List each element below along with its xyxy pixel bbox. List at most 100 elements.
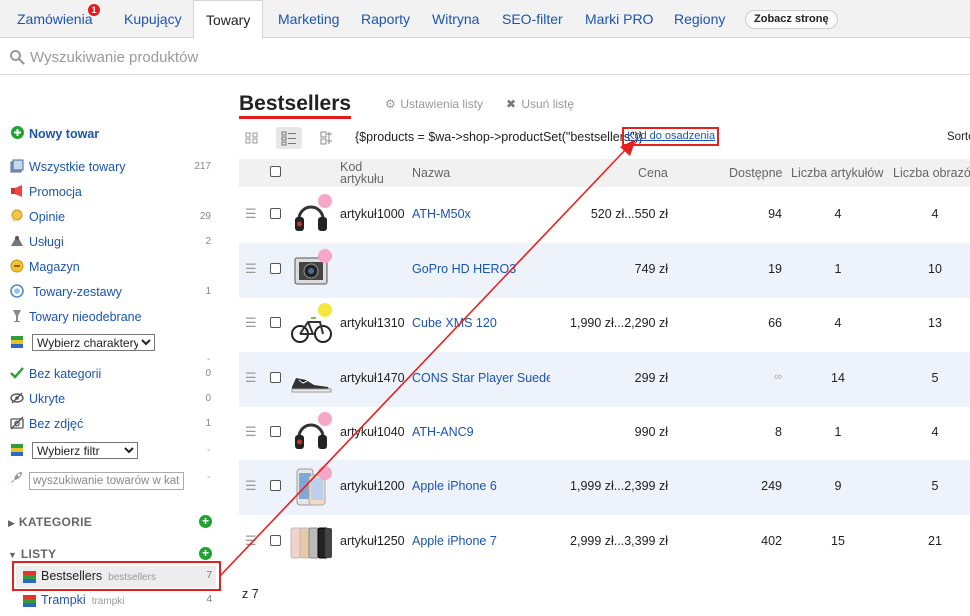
column-header-name[interactable]: Nazwa: [412, 159, 450, 187]
drag-handle-icon[interactable]: ☰: [245, 315, 257, 331]
phones-icon[interactable]: [289, 520, 333, 564]
sidebar-item-product-sets[interactable]: Towary-zestawy 1: [10, 283, 215, 301]
lists-heading[interactable]: ▼ LISTY: [8, 547, 56, 561]
row-sku: artykuł1200: [340, 479, 405, 493]
new-product-button[interactable]: Nowy towar: [10, 125, 215, 143]
column-header-price[interactable]: Cena: [638, 159, 668, 187]
row-checkbox[interactable]: [270, 372, 281, 383]
tab-customers[interactable]: Kupujący: [120, 0, 186, 38]
row-product-name-link[interactable]: Apple iPhone 6: [412, 479, 497, 493]
column-header-sku[interactable]: Kod artykułu: [340, 161, 390, 186]
delete-list-button[interactable]: ✖ Usuń listę: [506, 97, 574, 111]
goblet-icon: [10, 309, 24, 323]
drag-handle-icon[interactable]: ☰: [245, 478, 257, 494]
row-product-name-link[interactable]: GoPro HD HERO3: [412, 262, 516, 276]
row-product-name-link[interactable]: ATH-M50x: [412, 207, 471, 221]
row-checkbox[interactable]: [270, 535, 281, 546]
sidebar-item-hidden[interactable]: Ukryte 0: [10, 390, 215, 408]
page-title: Bestsellers: [239, 92, 352, 119]
view-thumbs-button[interactable]: [239, 127, 265, 149]
embed-code-link[interactable]: Kod do osadzenia: [622, 127, 719, 146]
sidebar-item-no-photos[interactable]: Bez zdjęć 1: [10, 415, 215, 433]
view-skus-button[interactable]: [313, 127, 339, 149]
tab-brands-pro[interactable]: Marki PRO: [581, 0, 657, 38]
row-items-count: 1: [834, 262, 842, 276]
row-images-count: 4: [931, 207, 939, 221]
sort-label[interactable]: Sorto: [947, 131, 970, 143]
sneaker-icon[interactable]: [289, 357, 333, 401]
sidebar-item-no-category[interactable]: Bez kategorii 0: [10, 365, 215, 383]
embed-code-snippet: {$products = $wa->shop->productSet("best…: [355, 130, 643, 144]
row-sku: artykuł1040: [340, 425, 405, 439]
list-icon: [23, 595, 36, 607]
tab-marketing[interactable]: Marketing: [274, 0, 343, 38]
row-checkbox[interactable]: [270, 317, 281, 328]
tab-seo-filter[interactable]: SEO-filter: [498, 0, 567, 38]
headphones-icon[interactable]: [289, 411, 333, 455]
filter-select[interactable]: Wybierz filtr: [32, 442, 138, 459]
table-row[interactable]: ☰ GoPro HD HERO3 749 zł 19 1 10: [239, 243, 970, 298]
grid-view-icon: [245, 132, 258, 144]
table-row[interactable]: ☰ artykuł1200 Apple iPhone 6 1,999 zł...2,3…: [239, 460, 970, 515]
orders-count-badge: 1: [88, 4, 100, 16]
drag-handle-icon[interactable]: ☰: [245, 424, 257, 440]
row-available: 402: [761, 534, 782, 548]
sidebar-item-all-products[interactable]: Wszystkie towary 217: [10, 158, 215, 176]
category-product-search-input[interactable]: [29, 472, 184, 490]
headphones-icon[interactable]: [289, 193, 333, 237]
row-items-count: 9: [834, 479, 842, 493]
row-images-count: 5: [931, 371, 939, 385]
drag-handle-icon[interactable]: ☰: [245, 533, 257, 549]
tab-reports[interactable]: Raporty: [357, 0, 414, 38]
row-product-name-link[interactable]: Apple iPhone 7: [412, 534, 497, 548]
row-checkbox[interactable]: [270, 480, 281, 491]
row-checkbox[interactable]: [270, 263, 281, 274]
table-row[interactable]: ☰ artykuł1250 Apple iPhone 7 2,999 zł...3,3…: [239, 515, 970, 570]
table-row[interactable]: ☰ artykuł1470 CONS Star Player Suede 299 zł…: [239, 352, 970, 407]
row-sku: artykuł1310: [340, 316, 405, 330]
table-row[interactable]: ☰ artykuł1310 Cube XMS 120 1,990 zł...2,290…: [239, 297, 970, 352]
row-checkbox[interactable]: [270, 426, 281, 437]
sidebar-item-label: Wszystkie towary: [29, 160, 126, 174]
tab-products[interactable]: Towary: [193, 0, 264, 39]
categories-heading[interactable]: ▶ KATEGORIE: [8, 515, 92, 529]
phone-icon[interactable]: [289, 465, 333, 509]
sidebar-item-warehouse[interactable]: Magazyn: [10, 258, 215, 276]
view-store-button[interactable]: Zobacz stronę: [745, 10, 838, 29]
column-header-images[interactable]: Liczba obrazów: [893, 159, 970, 187]
drag-handle-icon[interactable]: ☰: [245, 370, 257, 386]
view-table-button[interactable]: [276, 127, 302, 149]
row-product-name-link[interactable]: Cube XMS 120: [412, 316, 497, 330]
annotation-highlight-box: [12, 561, 221, 591]
drag-handle-icon[interactable]: ☰: [245, 206, 257, 222]
add-category-button[interactable]: +: [199, 515, 212, 528]
column-header-items[interactable]: Liczba artykułów: [791, 159, 883, 187]
tab-storefront[interactable]: Witryna: [428, 0, 483, 38]
row-product-name-link[interactable]: ATH-ANC9: [412, 425, 474, 439]
sidebar-item-unclaimed[interactable]: Towary nieodebrane: [10, 308, 215, 326]
table-row[interactable]: ☰ artykuł1000 ATH-M50x 520 zł...550 zł 94 4 4: [239, 188, 970, 243]
add-list-button[interactable]: +: [199, 547, 212, 560]
drag-handle-icon[interactable]: ☰: [245, 261, 257, 277]
bicycle-icon[interactable]: [289, 302, 333, 346]
tab-regions[interactable]: Regiony: [670, 0, 729, 38]
characteristics-select[interactable]: Wybierz charakterystykę: [32, 334, 155, 351]
sidebar-item-services[interactable]: Usługi 2: [10, 233, 215, 251]
column-header-available[interactable]: Dostępne: [729, 159, 783, 187]
list-settings-button[interactable]: ⚙ Ustawienia listy: [385, 97, 483, 111]
row-product-name-link[interactable]: CONS Star Player Suede: [412, 371, 550, 385]
sidebar-item-reviews[interactable]: Opinie 29: [10, 208, 215, 226]
sidebar-item-label: Promocja: [29, 185, 82, 199]
camera-icon[interactable]: [289, 248, 333, 292]
product-search-input[interactable]: [30, 45, 630, 69]
tab-orders[interactable]: Zamówienia: [13, 0, 96, 38]
list-item-label: Trampki trampki: [41, 593, 124, 607]
select-all-checkbox[interactable]: [270, 166, 281, 177]
delete-list-label: Usuń listę: [521, 97, 575, 111]
list-item-trampki[interactable]: Trampki trampki 4: [16, 590, 216, 612]
product-search-bar: [0, 39, 970, 75]
sidebar-item-promotion[interactable]: Promocja: [10, 183, 215, 201]
row-items-count: 4: [834, 316, 842, 330]
table-row[interactable]: ☰ artykuł1040 ATH-ANC9 990 zł 8 1 4: [239, 406, 970, 461]
row-checkbox[interactable]: [270, 208, 281, 219]
